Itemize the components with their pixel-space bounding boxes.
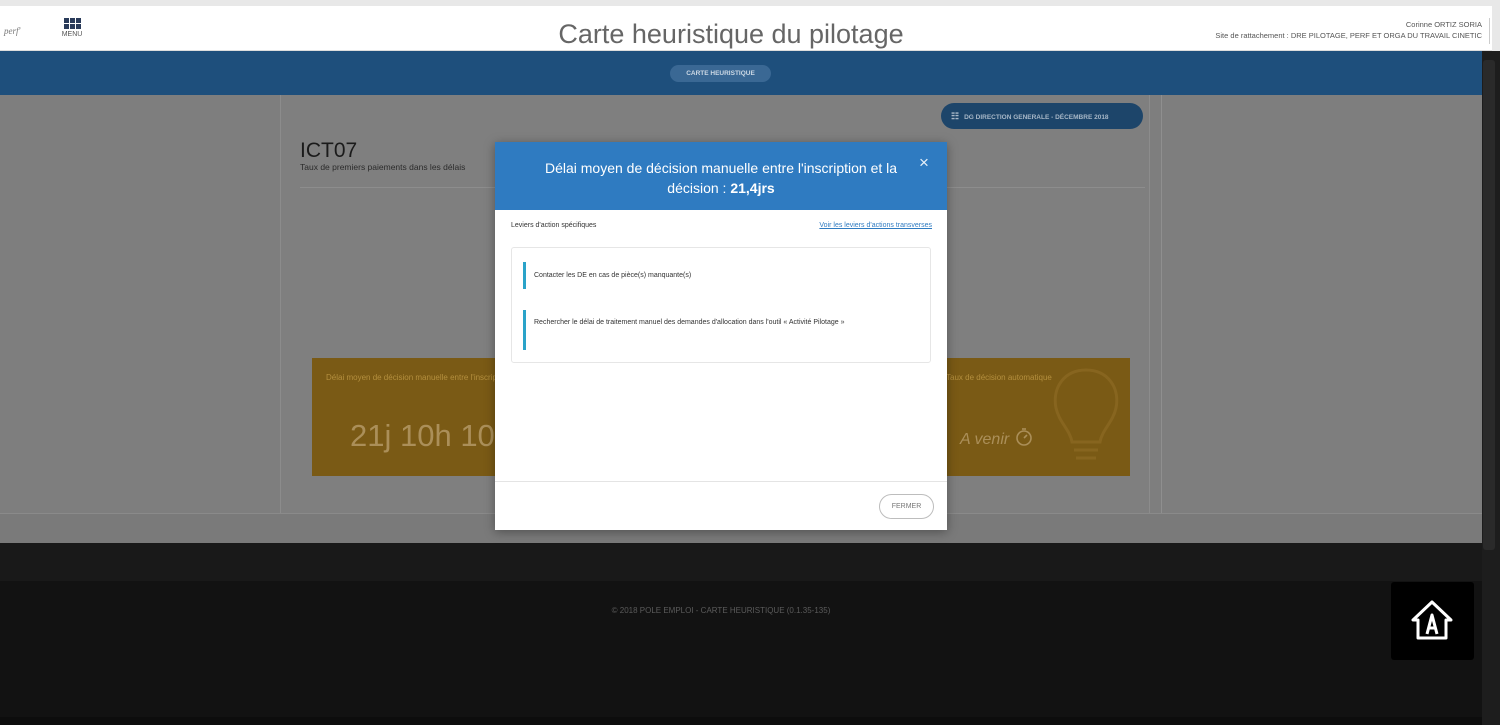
stopwatch-icon [1015,428,1032,446]
manual-decision-card[interactable]: Délai moyen de décision manuelle entre l… [312,358,495,476]
lever-modal: Délai moyen de décision manuelle entre l… [495,142,947,530]
bottom-strip [0,717,1482,725]
a-house-logo-svg [1411,600,1453,640]
divider [495,481,947,482]
close-icon[interactable]: × [919,154,929,171]
list-item: Contacter les DE en cas de pièce(s) manq… [523,262,919,289]
indicator-code: ICT07 [300,139,358,162]
list-item: Rechercher le délai de traitement manuel… [523,310,919,350]
tab-carte-heuristique[interactable]: CARTE HEURISTIQUE [670,65,771,82]
close-button[interactable]: FERMER [879,494,934,519]
modal-header: Délai moyen de décision manuelle entre l… [495,142,947,210]
footer-band [0,543,1482,581]
modal-title-text: Délai moyen de décision manuelle entre l… [544,160,898,196]
card-title: Délai moyen de décision manuelle entre l… [326,373,495,382]
a-house-logo-icon[interactable] [1391,582,1474,660]
indicator-label: Taux de premiers paiements dans les déla… [300,162,466,172]
levers-list: Contacter les DE en cas de pièce(s) manq… [511,247,931,363]
user-info: Corinne ORTIZ SORIA Site de rattachement… [1215,19,1482,41]
top-header: perf' MENU Carte heuristique du pilotage… [0,6,1492,51]
user-name: Corinne ORTIZ SORIA [1405,20,1482,29]
scope-selector[interactable]: ☷ DG DIRECTION GENERALE - DÉCEMBRE 2018 [941,103,1143,129]
panel-divider [1161,95,1162,513]
levers-label: Leviers d'action spécifiques [511,222,597,229]
scope-label: DG DIRECTION GENERALE - DÉCEMBRE 2018 [964,114,1109,121]
user-site: Site de rattachement : DRE PILOTAGE, PER… [1215,31,1482,40]
header-divider [1489,18,1490,44]
card-value: 21j 10h 10min [350,418,495,453]
upcoming-value: A venir [960,427,1034,449]
lightbulb-icon [1053,368,1119,460]
modal-title-value: 21,4jrs [730,180,775,196]
upcoming-label: A venir [960,431,1010,448]
footer-copyright: © 2018 POLE EMPLOI - CARTE HEURISTIQUE (… [611,606,831,615]
modal-title: Délai moyen de décision manuelle entre l… [525,158,917,198]
automatic-decision-card[interactable]: Taux de décision automatique A venir [946,358,1130,476]
filter-sliders-icon: ☷ [951,111,960,121]
card-title: Taux de décision automatique [946,373,1052,382]
main-nav: CARTE HEURISTIQUE [0,51,1482,95]
scrollbar-thumb[interactable] [1483,60,1495,550]
transverse-levers-link[interactable]: Voir les leviers d'actions transverses [819,222,932,229]
